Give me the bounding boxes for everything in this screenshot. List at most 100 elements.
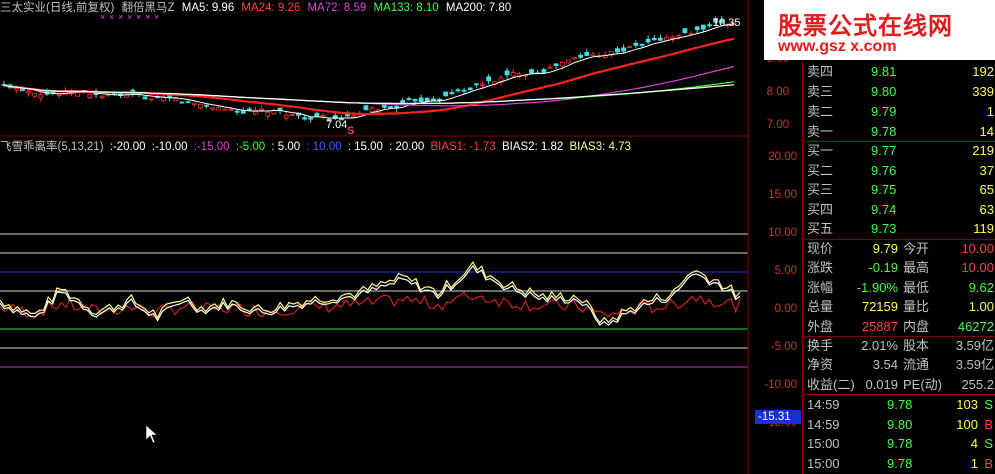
info-value: 3.59亿 (955, 338, 994, 353)
candle-body (246, 108, 252, 111)
candle-body (633, 42, 639, 46)
candle-body (565, 59, 571, 64)
candle-body (185, 101, 191, 104)
level-m15: :-15.00 (193, 141, 230, 153)
info-value: 255.2 (961, 376, 994, 392)
quote-row: 现价 9.79 今开 10.00 (803, 239, 995, 259)
bid-row: 买五 9.73 119 (803, 219, 995, 239)
chart-area[interactable]: × × × × × × × (0, 0, 802, 474)
ind-y-label: 0.00 (774, 303, 797, 315)
info-label: 净资 (807, 357, 834, 373)
tick-side: B (984, 416, 993, 432)
quote-label: 内盘 (903, 318, 930, 334)
ma5-label: MA5: 9.96 (181, 2, 235, 14)
ask-row: 卖一 9.78 14 (803, 122, 995, 142)
bias2-line (0, 264, 741, 326)
ma133-label: MA133: 8.10 (373, 2, 439, 14)
bias3-label: BIAS3: 4.73 (569, 141, 631, 153)
candle-body (510, 71, 516, 77)
quote-label: 最高 (903, 260, 930, 276)
ma72-label: MA72: 8.59 (307, 2, 367, 14)
logo-title: 股票公式在线网 (778, 13, 953, 40)
kline-chart: × × × × × × × (1, 12, 737, 123)
quote-label: 现价 (807, 241, 834, 256)
quote-value: 9.79 (872, 241, 898, 256)
mouse-cursor-icon (145, 424, 158, 444)
candle-body (418, 97, 424, 103)
candle-body (700, 24, 706, 30)
quote-label: 量比 (903, 299, 930, 315)
tick-side: S (984, 436, 993, 451)
candle-body (682, 28, 688, 33)
quote-row: 涨跌 -0.19 最高 10.00 (803, 258, 995, 278)
ind-y-label: 15.00 (768, 189, 797, 201)
candle-body (197, 103, 203, 109)
candle-body (302, 117, 307, 120)
ind-y-label: 20.00 (768, 151, 797, 163)
bid-row: 买四 9.74 63 (803, 200, 995, 220)
ind-y-label: -5.00 (770, 341, 797, 353)
candle-body (363, 105, 369, 111)
candle-body (222, 108, 228, 111)
bid-row: 买三 9.75 65 (803, 180, 995, 200)
level-p5: : 5.00 (271, 141, 301, 153)
indicator-level-lines (0, 233, 748, 368)
bid-volume: 65 (979, 182, 994, 198)
candle-body (32, 92, 38, 97)
tick-volume: 103 (956, 397, 978, 412)
logo-url: www.gsz x.com (778, 38, 897, 55)
tick-row: 14:59 9.80 100 B (803, 415, 995, 435)
cursor-value-marker: -15.31 (755, 410, 801, 424)
kline-y-label: 7.00 (766, 119, 789, 131)
candle-body (406, 98, 412, 100)
candle-body (388, 106, 393, 108)
quote-row: 涨幅 -1.90% 最低 9.62 (803, 278, 995, 298)
candle-body (308, 117, 314, 120)
info-label: 收益(二) (807, 376, 855, 392)
tick-time: 14:59 (807, 397, 840, 412)
ind-y-label: 10.00 (768, 227, 797, 239)
level-p20: : 20.00 (389, 141, 425, 153)
quote-value: -1.90% (856, 279, 898, 295)
bias3-line (0, 261, 741, 324)
bias1-line (0, 291, 741, 318)
tick-time: 15:00 (807, 455, 840, 471)
level-m5: :-5.00 (235, 141, 266, 153)
info-row: 换手 2.01% 股本 3.59亿 (803, 336, 995, 356)
candle-body (437, 98, 442, 101)
ask-row: 卖二 9.79 1 (803, 102, 995, 122)
info-value: 0.019 (865, 376, 898, 392)
bid-price: 9.74 (871, 201, 897, 217)
quote-value: 1.00 (968, 299, 994, 315)
tick-volume: 1 (970, 455, 978, 471)
candle-body (314, 112, 320, 117)
bid-price: 9.77 (871, 143, 897, 158)
tick-row: 15:00 9.78 1 B (803, 454, 995, 474)
ind-y-label: -10.00 (764, 379, 797, 391)
ind-y-label: 5.00 (774, 265, 797, 277)
ask-row: 卖三 9.80 339 (803, 82, 995, 102)
ask-price: 9.78 (871, 124, 897, 139)
candle-body (645, 38, 651, 43)
candle-body (547, 66, 553, 69)
quote-label: 最低 (903, 279, 930, 295)
quote-label: 涨跌 (807, 260, 834, 276)
tick-time: 14:59 (807, 416, 840, 432)
candle-body (228, 108, 234, 111)
candle-body (148, 98, 154, 101)
bid-price: 9.73 (871, 221, 897, 237)
ask-price: 9.79 (871, 104, 897, 119)
indicator-header: 飞雪乖离率(5,13,21) :-20.00 :-10.00 :-15.00 :… (0, 138, 634, 154)
level-p15: : 15.00 (347, 141, 383, 153)
quote-value: 9.62 (968, 279, 994, 295)
bid-price: 9.75 (871, 182, 897, 198)
candle-body (26, 90, 31, 94)
candle-body (240, 110, 246, 114)
candle-body (369, 107, 375, 113)
level-m20: :-20.00 (109, 141, 146, 153)
quote-value: 46272 (957, 318, 994, 334)
kline-y-label: 8.00 (766, 86, 789, 98)
kline-header: 三太实业(日线,前复权) 翻倍黑马Z MA5: 9.96 MA24: 9.26 … (0, 0, 515, 15)
candle-body (473, 83, 479, 86)
bid-label: 买四 (807, 201, 834, 217)
